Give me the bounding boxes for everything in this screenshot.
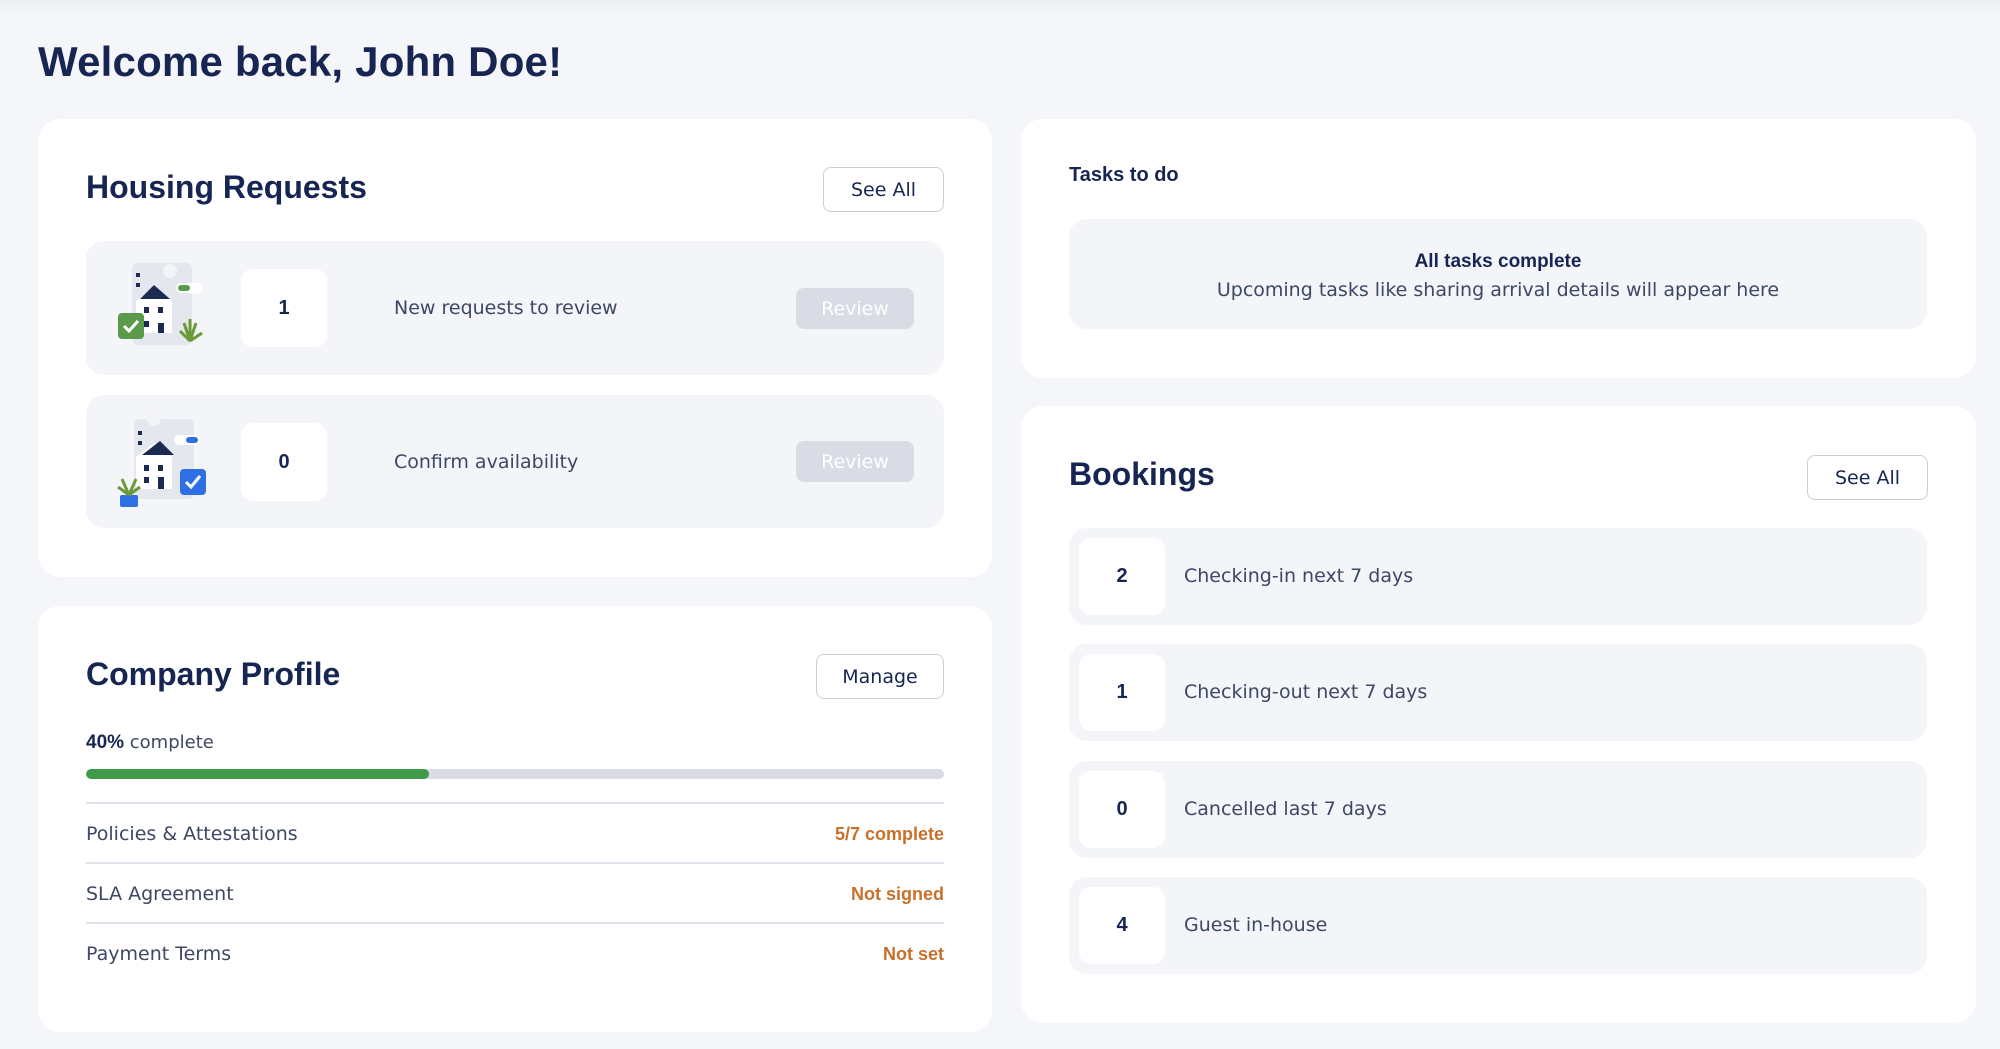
checking-out-label: Checking-out next 7 days bbox=[1184, 681, 1428, 703]
cancelled-count: 0 bbox=[1079, 771, 1165, 848]
housing-requests-title: Housing Requests bbox=[86, 169, 367, 205]
page-title: Welcome back, John Doe! bbox=[38, 38, 563, 85]
review-new-requests-button[interactable]: Review bbox=[796, 288, 914, 329]
new-requests-count: 1 bbox=[241, 269, 327, 347]
confirm-availability-label: Confirm availability bbox=[394, 451, 579, 473]
new-requests-label: New requests to review bbox=[394, 297, 618, 319]
housing-see-all-button[interactable]: See All bbox=[823, 167, 944, 212]
booking-row-guest-in-house[interactable]: 4 Guest in-house bbox=[1069, 877, 1927, 974]
checking-out-count: 1 bbox=[1079, 654, 1165, 731]
tasks-empty-text: Upcoming tasks like sharing arrival deta… bbox=[1216, 279, 1780, 301]
policies-attestations-status[interactable]: 5/7 complete bbox=[835, 824, 944, 845]
booking-row-checking-in[interactable]: 2 Checking-in next 7 days bbox=[1069, 528, 1927, 625]
bookings-title: Bookings bbox=[1069, 456, 1215, 492]
manage-profile-button[interactable]: Manage bbox=[816, 654, 944, 699]
tasks-empty-title: All tasks complete bbox=[1414, 251, 1582, 272]
review-confirm-availability-button[interactable]: Review bbox=[796, 441, 914, 482]
policies-attestations-label: Policies & Attestations bbox=[86, 823, 298, 845]
profile-progress-percent: 40% bbox=[86, 732, 125, 753]
profile-progress-complete-text: complete bbox=[129, 732, 214, 753]
bookings-see-all-button[interactable]: See All bbox=[1807, 455, 1928, 500]
profile-divider bbox=[86, 802, 944, 804]
checking-in-label: Checking-in next 7 days bbox=[1184, 565, 1414, 587]
profile-progress-fill bbox=[86, 769, 430, 779]
housing-row-confirm-availability[interactable]: 0 Confirm availability Review bbox=[86, 395, 944, 528]
top-shadow bbox=[0, 0, 2000, 14]
guest-in-house-label: Guest in-house bbox=[1184, 914, 1328, 936]
sla-agreement-label: SLA Agreement bbox=[86, 883, 234, 905]
company-profile-card: Company Profile Manage bbox=[38, 606, 992, 1032]
profile-divider bbox=[86, 862, 944, 864]
payment-terms-status[interactable]: Not set bbox=[883, 944, 944, 965]
profile-divider bbox=[86, 922, 944, 924]
house-check-illustration-icon bbox=[118, 263, 203, 345]
housing-requests-card: Housing Requests See All 1 New requests … bbox=[38, 119, 992, 577]
house-calendar-illustration-icon bbox=[117, 413, 206, 507]
guest-in-house-count: 4 bbox=[1079, 887, 1165, 964]
payment-terms-label: Payment Terms bbox=[86, 943, 232, 965]
cancelled-label: Cancelled last 7 days bbox=[1184, 798, 1387, 820]
confirm-availability-count: 0 bbox=[241, 423, 327, 501]
company-profile-title: Company Profile bbox=[86, 656, 341, 692]
tasks-card: Tasks to do All tasks complete Upcoming … bbox=[1021, 119, 1976, 378]
booking-row-checking-out[interactable]: 1 Checking-out next 7 days bbox=[1069, 644, 1927, 741]
tasks-empty-state: All tasks complete Upcoming tasks like s… bbox=[1069, 219, 1927, 329]
housing-row-new-requests[interactable]: 1 New requests to review Review bbox=[86, 241, 944, 375]
profile-progress-bar bbox=[86, 769, 944, 779]
tasks-title: Tasks to do bbox=[1069, 164, 1179, 186]
checking-in-count: 2 bbox=[1079, 538, 1165, 615]
sla-agreement-status[interactable]: Not signed bbox=[851, 884, 944, 905]
bookings-card: Bookings See All 2 Checking-in next 7 da… bbox=[1021, 406, 1976, 1023]
booking-row-cancelled[interactable]: 0 Cancelled last 7 days bbox=[1069, 761, 1927, 858]
profile-progress-label: 40% complete bbox=[86, 732, 214, 754]
